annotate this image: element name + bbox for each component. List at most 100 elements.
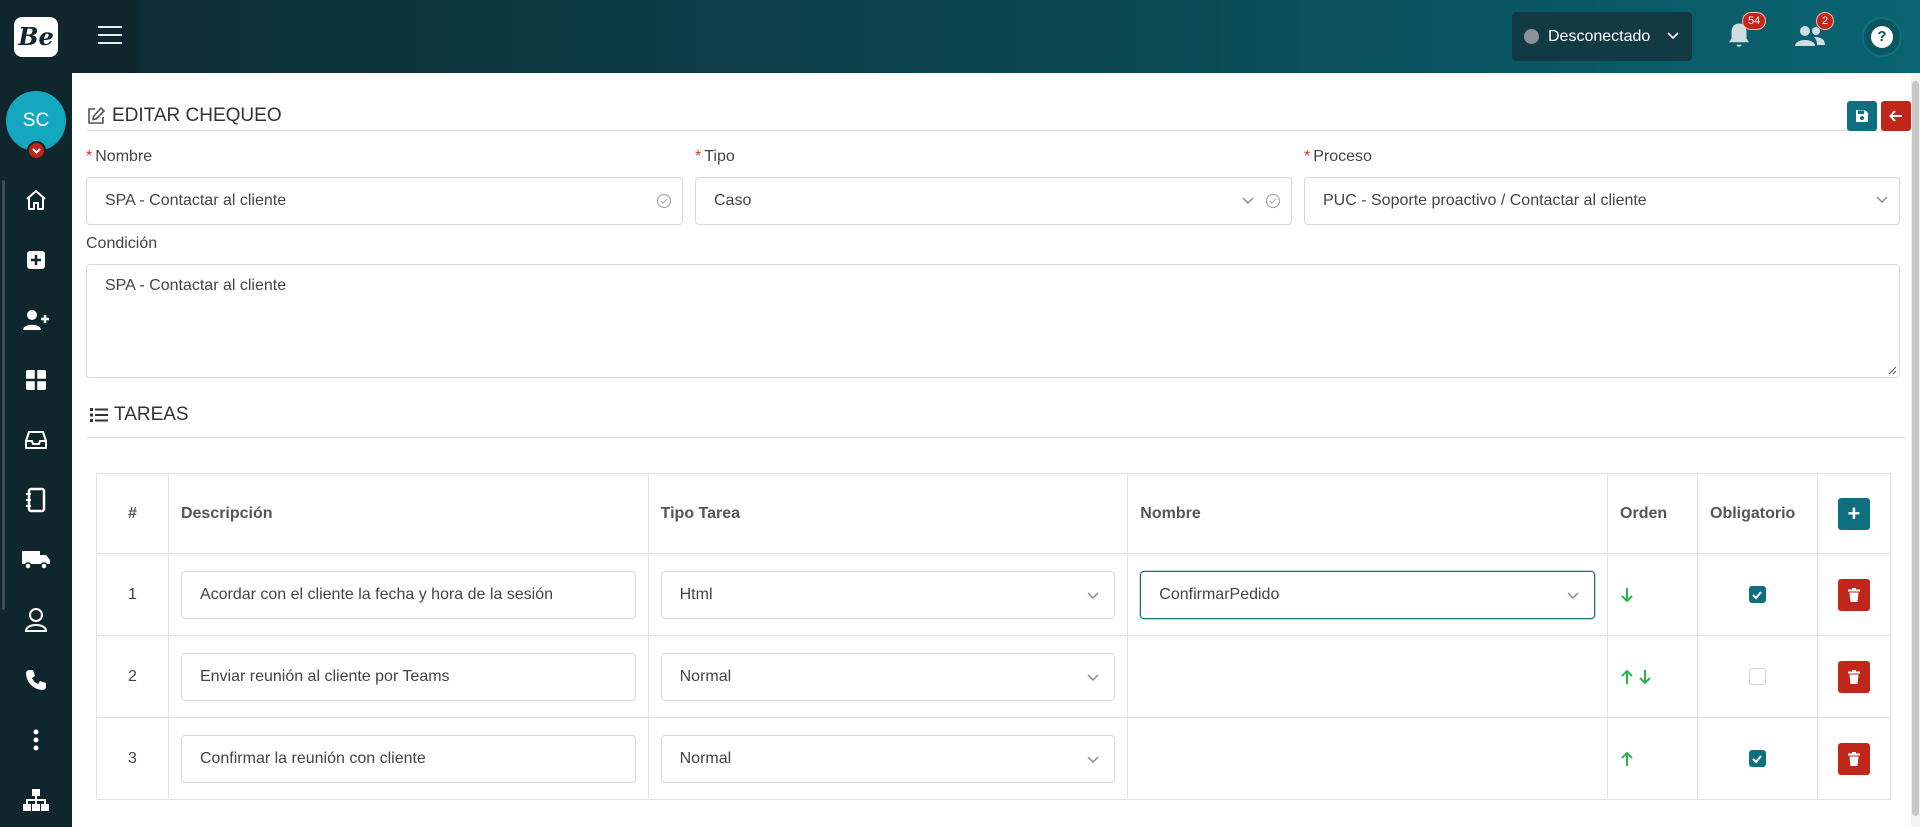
descripcion-input[interactable]: Confirmar la reunión con cliente bbox=[180, 734, 636, 783]
home-icon bbox=[26, 190, 46, 210]
table-row: 1 Acordar con el cliente la fecha y hora… bbox=[96, 553, 1892, 636]
users-button[interactable]: 2 bbox=[1794, 12, 1835, 54]
condicion-textarea[interactable]: SPA - Contactar al cliente bbox=[86, 264, 1900, 378]
obligatorio-checkbox[interactable] bbox=[1748, 586, 1766, 603]
sidebar-item-add-user[interactable] bbox=[20, 304, 52, 336]
connection-status-select[interactable]: Desconectado bbox=[1512, 12, 1692, 61]
sidebar-item-truck[interactable] bbox=[20, 544, 52, 576]
sidebar-item-home[interactable] bbox=[20, 184, 52, 216]
avatar-menu-toggle[interactable] bbox=[27, 141, 46, 160]
main-content: EDITAR CHEQUEO * Nombre SPA - Contactar a… bbox=[72, 73, 1920, 827]
sidebar-item-phone[interactable] bbox=[20, 664, 52, 696]
scrollbar-thumb[interactable] bbox=[1912, 81, 1919, 816]
plus-square-icon bbox=[27, 251, 45, 269]
tipo-cell: Normal bbox=[647, 717, 1129, 800]
descripcion-input[interactable]: Acordar con el cliente la fecha y hora d… bbox=[180, 570, 636, 619]
tasks-section-title: TAREAS bbox=[90, 404, 189, 426]
notifications-badge: 54 bbox=[1742, 12, 1767, 30]
nombre-cell: ConfirmarPedido bbox=[1127, 553, 1609, 636]
arrow-down-icon[interactable] bbox=[1620, 587, 1634, 603]
col-header-tipo: Tipo Tarea bbox=[647, 473, 1129, 554]
more-vertical-icon bbox=[33, 729, 39, 751]
chevron-down-icon bbox=[1087, 674, 1099, 681]
resize-handle-icon[interactable] bbox=[1885, 363, 1897, 375]
check-icon bbox=[1752, 754, 1763, 763]
descripcion-input[interactable]: Enviar reunión al cliente por Teams bbox=[180, 652, 636, 701]
proceso-label-text: Proceso bbox=[1313, 148, 1372, 165]
descripcion-cell: Enviar reunión al cliente por Teams bbox=[167, 635, 649, 718]
row-number: 1 bbox=[96, 553, 169, 636]
delete-task-button[interactable] bbox=[1837, 660, 1870, 693]
sidebar-scrollbar[interactable] bbox=[2, 180, 5, 610]
trash-icon bbox=[1847, 751, 1860, 766]
add-task-button[interactable]: + bbox=[1837, 497, 1870, 530]
delete-cell bbox=[1816, 635, 1892, 718]
sidebar-item-notebook[interactable] bbox=[20, 484, 52, 516]
save-button[interactable] bbox=[1847, 101, 1877, 131]
nombre-select[interactable]: ConfirmarPedido bbox=[1140, 570, 1596, 619]
help-button[interactable]: ? bbox=[1862, 17, 1902, 57]
obligatorio-checkbox[interactable] bbox=[1748, 750, 1766, 767]
page-title-text: EDITAR CHEQUEO bbox=[112, 105, 282, 126]
users-badge: 2 bbox=[1816, 12, 1835, 30]
col-header-obligatorio: Obligatorio bbox=[1697, 473, 1818, 554]
tipo-cell: Normal bbox=[647, 635, 1129, 718]
delete-cell bbox=[1816, 717, 1892, 800]
sidebar-item-add[interactable] bbox=[20, 244, 52, 276]
col-header-descripcion: Descripción bbox=[167, 473, 649, 554]
user-icon bbox=[24, 608, 48, 632]
notifications-button[interactable]: 54 bbox=[1724, 12, 1767, 54]
sidebar-item-grid[interactable] bbox=[20, 364, 52, 396]
row-number: 3 bbox=[96, 717, 169, 800]
obligatorio-cell bbox=[1697, 635, 1818, 718]
tipo-tarea-select[interactable]: Html bbox=[660, 570, 1116, 619]
hamburger-line bbox=[98, 42, 122, 44]
tipo-tarea-select[interactable]: Normal bbox=[660, 734, 1116, 783]
delete-task-button[interactable] bbox=[1837, 578, 1870, 611]
nombre-label-text: Nombre bbox=[95, 148, 153, 165]
back-button[interactable] bbox=[1881, 101, 1911, 131]
app-logo[interactable]: Be bbox=[14, 17, 58, 57]
arrow-up-icon[interactable] bbox=[1620, 669, 1634, 685]
col-header-nombre: Nombre bbox=[1127, 473, 1609, 554]
tipo-cell: Html bbox=[647, 553, 1129, 636]
required-mark: * bbox=[86, 148, 93, 165]
descripcion-cell: Confirmar la reunión con cliente bbox=[167, 717, 649, 800]
table-row: 3 Confirmar la reunión con cliente Norma… bbox=[96, 717, 1892, 800]
obligatorio-cell bbox=[1697, 717, 1818, 800]
chevron-down-icon bbox=[1087, 592, 1099, 599]
status-label: Desconectado bbox=[1548, 27, 1651, 45]
nombre-label: * Nombre bbox=[86, 148, 152, 166]
arrow-left-icon bbox=[1889, 110, 1902, 122]
status-dot bbox=[1524, 29, 1539, 44]
required-mark: * bbox=[1304, 148, 1311, 165]
proceso-select[interactable]: PUC - Soporte proactivo / Contactar al c… bbox=[1304, 177, 1900, 225]
tasks-title-text: TAREAS bbox=[114, 404, 189, 425]
arrow-up-icon[interactable] bbox=[1620, 751, 1634, 767]
sidebar-item-profile[interactable] bbox=[20, 604, 52, 636]
orden-cell bbox=[1607, 553, 1698, 636]
menu-toggle-button[interactable] bbox=[98, 26, 122, 46]
nombre-cell bbox=[1127, 635, 1609, 718]
sidebar-item-org-chart[interactable] bbox=[20, 784, 52, 816]
condicion-value: SPA - Contactar al cliente bbox=[105, 277, 287, 294]
hamburger-line bbox=[98, 34, 122, 36]
tipo-tarea-value: Normal bbox=[679, 667, 732, 685]
edit-icon bbox=[88, 106, 106, 124]
nombre-input[interactable]: SPA - Contactar al cliente bbox=[86, 177, 683, 225]
orden-cell bbox=[1607, 635, 1698, 718]
chevron-down-icon bbox=[1667, 32, 1679, 40]
tipo-tarea-value: Html bbox=[679, 585, 713, 603]
delete-task-button[interactable] bbox=[1837, 742, 1870, 775]
orden-cell bbox=[1607, 717, 1698, 800]
tipo-tarea-select[interactable]: Normal bbox=[660, 652, 1116, 701]
tipo-select[interactable]: Caso bbox=[695, 177, 1292, 225]
obligatorio-checkbox[interactable] bbox=[1748, 668, 1766, 685]
user-plus-icon bbox=[23, 310, 49, 330]
nombre-cell bbox=[1127, 717, 1609, 800]
check-icon bbox=[1752, 590, 1763, 599]
sidebar-item-more[interactable] bbox=[20, 724, 52, 756]
sidebar-item-inbox[interactable] bbox=[20, 424, 52, 456]
arrow-down-icon[interactable] bbox=[1638, 669, 1652, 685]
page-scrollbar[interactable] bbox=[1911, 73, 1920, 827]
